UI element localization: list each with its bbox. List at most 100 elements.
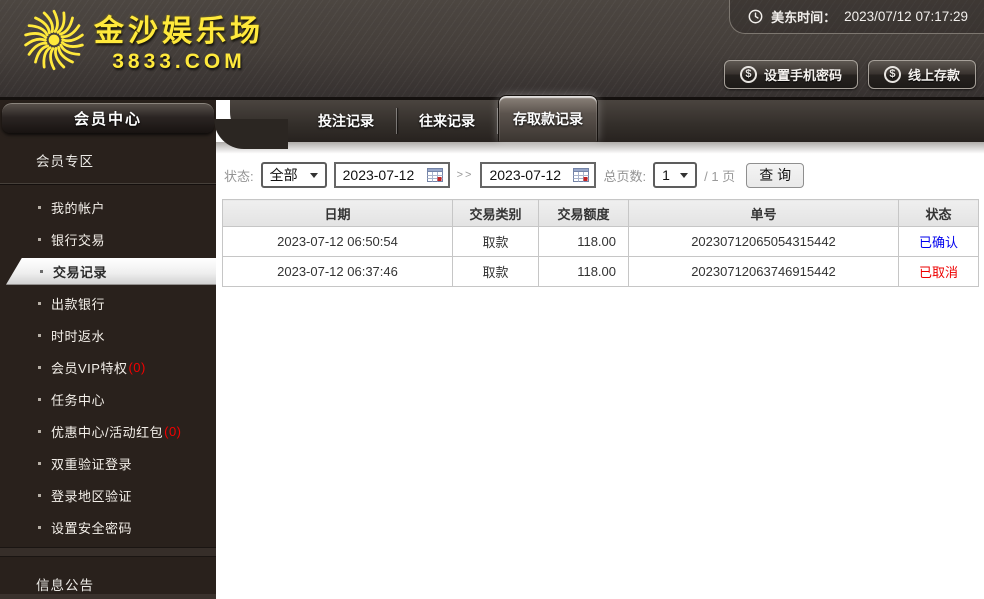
table-header-row: 日期 交易类别 交易额度 单号 状态 [222,199,979,227]
cell-type: 取款 [452,226,539,257]
sidebar-item-rebate[interactable]: 时时返水 [0,319,216,351]
bullet-dot-icon [38,301,41,305]
online-deposit-label: 线上存款 [907,68,960,83]
cell-date: 2023-07-12 06:37:46 [222,256,453,287]
date-from-input[interactable]: 2023-07-12 [333,162,450,188]
cell-order-no: 20230712063746915442 [628,256,899,287]
tab-label: 投注记录 [318,113,374,129]
online-deposit-button[interactable]: $ 线上存款 [867,60,976,89]
status-select[interactable]: 全部 [260,162,327,188]
calendar-icon[interactable] [426,168,443,182]
time-zone-label: 美东时间： [771,10,837,25]
sidebar-item-label: 交易记录 [53,264,108,280]
site-logo[interactable]: 金沙娱乐场 3833.COM [22,6,264,74]
sidebar: 会员中心 会员专区 我的帐户 银行交易 交易记录 出款银行 时时返水 会员VIP… [0,100,216,599]
dollar-icon: $ [739,66,757,83]
bullet-dot-icon [38,493,41,497]
calendar-icon[interactable] [573,168,590,182]
bullet-dot-icon [38,365,41,369]
sidebar-divider [0,183,216,186]
header-buttons: $ 设置手机密码 $ 线上存款 [723,60,976,89]
sidebar-item-label: 会员VIP特权 [51,360,128,376]
date-range-separator: >> [456,169,474,181]
pages-suffix: / 1 页 [704,168,736,184]
logo-text: 金沙娱乐场 3833.COM [94,6,264,74]
header-type: 交易类别 [452,199,539,227]
cell-status-cancelled[interactable]: 已取消 [898,256,979,287]
sidebar-item-security-password[interactable]: 设置安全密码 [0,511,216,543]
tabbar-shadow [216,142,984,155]
sidebar-divider-band [0,547,216,558]
server-time-panel: 美东时间： 2023/07/12 07:17:29 [729,0,984,34]
cell-status-confirmed[interactable]: 已确认 [898,226,979,257]
cell-amount: 118.00 [538,256,629,287]
sidebar-item-label: 银行交易 [51,232,106,248]
header-status: 状态 [898,199,979,227]
sidebar-item-label: 双重验证登录 [51,456,133,472]
sidebar-item-transaction-records[interactable]: 交易记录 [6,257,216,285]
time-value: 2023/07/12 07:17:29 [844,9,968,24]
sidebar-item-promotions[interactable]: 优惠中心/活动红包 (0) [0,415,216,447]
sidebar-item-bank-transactions[interactable]: 银行交易 [0,223,216,255]
cell-order-no: 20230712065054315442 [628,226,899,257]
site-header: 金沙娱乐场 3833.COM 美东时间： 2023/07/12 07:17:29… [0,0,984,100]
sidebar-menu: 我的帐户 银行交易 交易记录 出款银行 时时返水 会员VIP特权 (0) 任务中… [0,191,216,543]
sidebar-item-label: 设置安全密码 [51,520,133,536]
sidebar-item-label: 登录地区验证 [51,488,133,504]
section-announcements: 信息公告 [36,578,94,594]
sidebar-item-withdrawal-bank[interactable]: 出款银行 [0,287,216,319]
dollar-icon: $ [883,66,901,83]
sidebar-item-my-account[interactable]: 我的帐户 [0,191,216,223]
sidebar-item-two-factor-login[interactable]: 双重验证登录 [0,447,216,479]
chevron-down-icon [680,172,689,178]
set-mobile-password-label: 设置手机密码 [763,68,842,83]
total-pages-label: 总页数: [603,168,647,184]
table-row: 2023-07-12 06:37:46 取款 118.00 2023071206… [222,256,979,287]
tab-transfer-records[interactable]: 往来记录 [397,100,497,142]
sidebar-title: 会员中心 [2,103,214,134]
cell-date: 2023-07-12 06:50:54 [222,226,453,257]
sidebar-bottom-band [0,594,216,599]
vip-badge: (0) [128,359,146,375]
section-member-zone: 会员专区 [36,154,94,170]
tab-label: 存取款记录 [513,111,583,127]
sidebar-item-task-center[interactable]: 任务中心 [0,383,216,415]
sidebar-item-label: 任务中心 [51,392,106,408]
header-amount: 交易额度 [538,199,629,227]
sidebar-item-label: 我的帐户 [51,200,106,216]
tab-label: 往来记录 [419,113,475,129]
clock-icon [748,9,763,24]
sidebar-item-label: 时时返水 [51,328,106,344]
sidebar-item-login-region-verification[interactable]: 登录地区验证 [0,479,216,511]
bullet-dot-icon [38,525,41,529]
sidebar-item-vip-privileges[interactable]: 会员VIP特权 (0) [0,351,216,383]
date-to-value: 2023-07-12 [489,167,562,183]
date-to-input[interactable]: 2023-07-12 [480,162,597,188]
records-table: 日期 交易类别 交易额度 单号 状态 2023-07-12 06:50:54 取… [222,199,979,287]
status-select-value: 全部 [269,167,298,183]
header-order-no: 单号 [628,199,899,227]
status-filter-label: 状态: [224,168,254,184]
logo-domain: 3833.COM [112,50,246,73]
bullet-dot-icon [38,461,41,465]
sunburst-logo-icon [23,9,85,71]
sidebar-item-label: 优惠中心/活动红包 [51,424,164,440]
cell-type: 取款 [452,256,539,287]
table-row: 2023-07-12 06:50:54 取款 118.00 2023071206… [222,226,979,257]
logo-title: 金沙娱乐场 [94,15,264,48]
header-date: 日期 [222,199,453,227]
bullet-dot-icon [38,429,41,433]
promotions-badge: (0) [164,423,182,439]
tab-deposit-withdrawal-records[interactable]: 存取款记录 [498,95,598,142]
tab-betting-records[interactable]: 投注记录 [296,100,396,142]
bullet-dot-icon [38,397,41,401]
search-button[interactable]: 查 询 [746,162,805,188]
bullet-dot-icon [38,237,41,241]
page-select[interactable]: 1 [653,162,698,188]
chevron-down-icon [309,172,318,178]
set-mobile-password-button[interactable]: $ 设置手机密码 [723,60,858,89]
filter-bar: 状态: 全部 2023-07-12 >> 2023-07-12 总页数: 1 /… [224,161,984,189]
record-tabs: 投注记录 往来记录 存取款记录 [214,95,984,149]
page-select-value: 1 [662,167,670,183]
bullet-dot-icon [38,205,41,209]
